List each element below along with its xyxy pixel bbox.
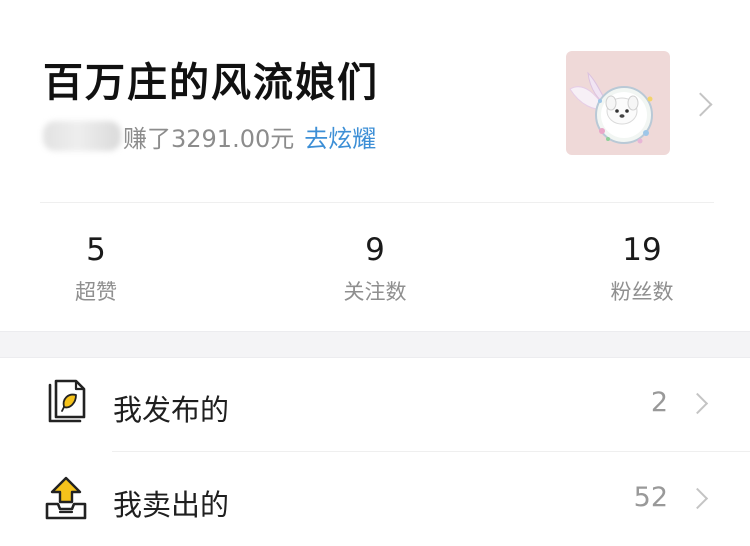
menu-label: 我卖出的 bbox=[113, 488, 230, 522]
menu-item-published[interactable]: 我发布的 2 bbox=[0, 357, 750, 451]
chevron-right-icon bbox=[686, 392, 709, 415]
avatar-image bbox=[569, 71, 653, 144]
stat-label: 关注数 bbox=[343, 280, 407, 304]
menu-count: 2 bbox=[650, 387, 668, 418]
stat-value: 5 bbox=[86, 232, 106, 268]
sell-upload-tray-icon bbox=[45, 476, 87, 520]
stat-value: 19 bbox=[622, 232, 662, 268]
blurred-nickname bbox=[43, 121, 121, 151]
stat-likes[interactable]: 5 超赞 bbox=[26, 230, 166, 306]
profile-header[interactable]: 百万庄的风流娘们 赚了3291.00元 去炫耀 bbox=[0, 0, 750, 202]
stat-value: 9 bbox=[365, 232, 385, 268]
section-separator bbox=[0, 331, 750, 358]
stat-label: 超赞 bbox=[75, 280, 117, 304]
document-leaf-icon bbox=[48, 379, 86, 423]
menu-label: 我发布的 bbox=[113, 393, 230, 427]
stat-followers[interactable]: 19 粉丝数 bbox=[572, 230, 712, 306]
stat-following[interactable]: 9 关注数 bbox=[305, 230, 445, 306]
menu-item-sold[interactable]: 我卖出的 52 bbox=[0, 452, 750, 546]
menu-count: 52 bbox=[633, 482, 668, 513]
earnings-text: 赚了3291.00元 bbox=[123, 124, 295, 153]
username: 百万庄的风流娘们 bbox=[43, 60, 379, 106]
stat-label: 粉丝数 bbox=[610, 280, 674, 304]
earnings-row: 赚了3291.00元 去炫耀 bbox=[43, 116, 376, 156]
chevron-right-icon bbox=[688, 92, 713, 117]
brag-link[interactable]: 去炫耀 bbox=[304, 119, 376, 154]
chevron-right-icon bbox=[686, 487, 709, 510]
stats-bar: 5 超赞 9 关注数 19 粉丝数 bbox=[0, 203, 750, 331]
avatar[interactable] bbox=[566, 51, 670, 155]
